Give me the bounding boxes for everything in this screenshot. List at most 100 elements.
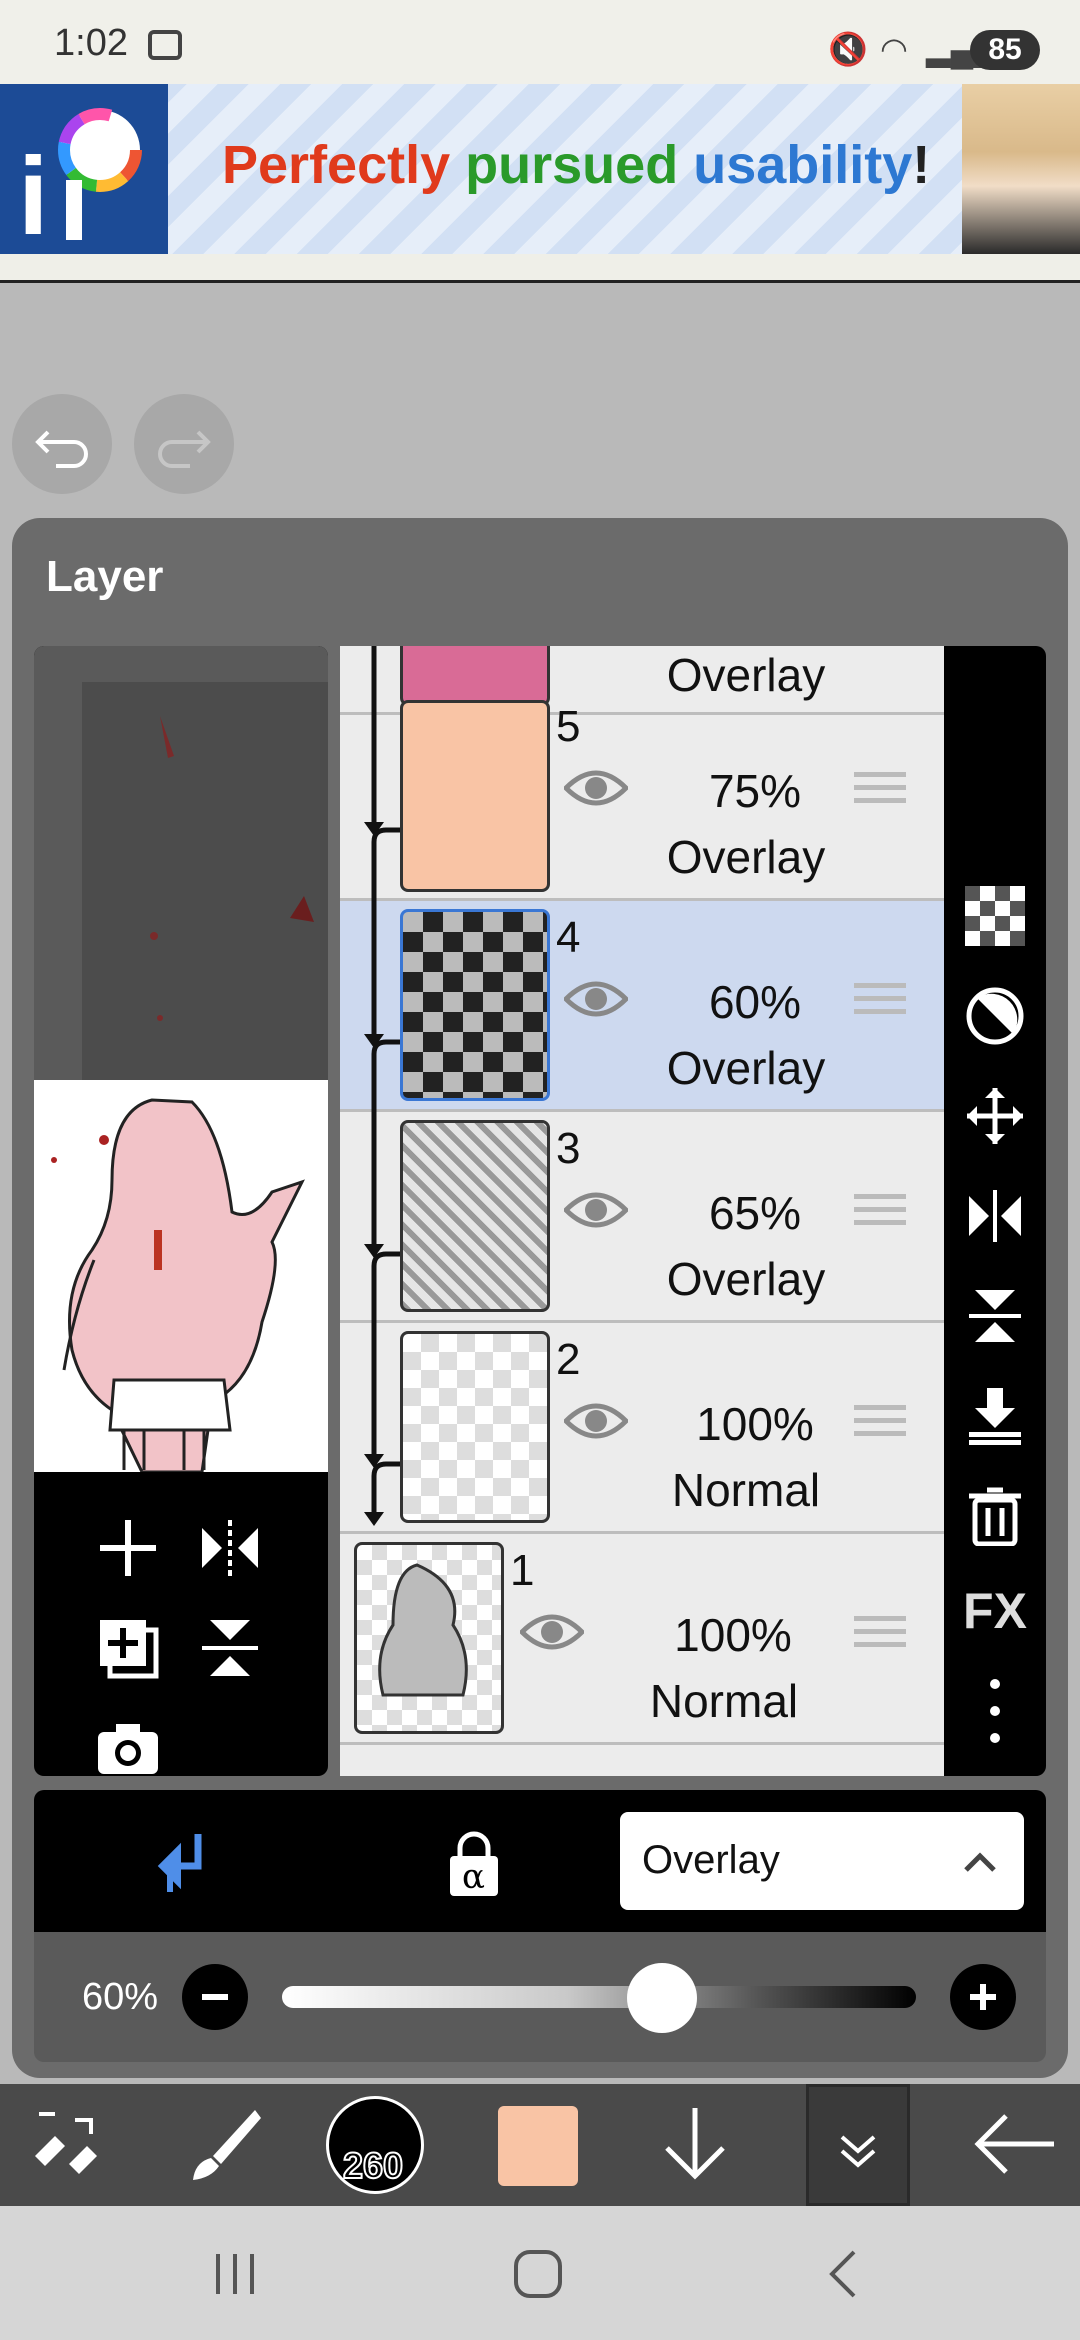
- undo-button[interactable]: [12, 394, 112, 494]
- flip-v-tool-button[interactable]: [944, 1286, 1046, 1359]
- opacity-increase-button[interactable]: [950, 1964, 1016, 2030]
- transparent-fill-button[interactable]: [944, 886, 1046, 959]
- camera-button[interactable]: [96, 1716, 160, 1776]
- camera-icon: [98, 1724, 158, 1774]
- redo-icon: [158, 430, 211, 468]
- drag-handle-icon[interactable]: [854, 772, 906, 812]
- brush-size-value: 260: [342, 2144, 404, 2187]
- layer-row-4[interactable]: 4 60% Overlay: [340, 901, 944, 1112]
- layer-opacity: 60%: [708, 976, 802, 1028]
- layer-down-button[interactable]: [640, 2084, 750, 2206]
- opacity-slider-thumb[interactable]: [627, 1963, 698, 2033]
- drag-handle-icon[interactable]: [854, 1616, 906, 1656]
- layer-thumbnail: [400, 909, 550, 1101]
- recent-apps-button[interactable]: [210, 2244, 260, 2318]
- brush-size-button[interactable]: 260: [326, 2096, 424, 2194]
- layer-thumbnail: [400, 1331, 550, 1523]
- ad-word-3: usability: [693, 135, 913, 195]
- color-swatch-button[interactable]: [498, 2106, 578, 2186]
- flip-vertical-icon: [202, 1620, 258, 1676]
- layer-blend-mode: Normal: [649, 1675, 799, 1727]
- flip-vertical-button[interactable]: [198, 1616, 262, 1690]
- drag-handle-icon[interactable]: [854, 983, 906, 1023]
- delete-layer-button[interactable]: [944, 1486, 1046, 1559]
- home-button[interactable]: [508, 2244, 568, 2318]
- checker-icon: [965, 886, 1025, 946]
- home-icon: [514, 2250, 562, 2298]
- drag-handle-icon[interactable]: [854, 1405, 906, 1445]
- ad-word-4: !: [912, 135, 931, 195]
- ad-banner[interactable]: i Perfectly pursued usability!: [0, 84, 1080, 258]
- layer-number: 4: [556, 913, 581, 962]
- alpha-lock-icon: α: [450, 1831, 498, 1897]
- layer-thumbnail: [400, 700, 550, 892]
- canvas-preview: [34, 646, 328, 1776]
- flip-horizontal-button[interactable]: [198, 1516, 262, 1590]
- layer-number: 1: [510, 1546, 535, 1595]
- trash-icon: [969, 1487, 1021, 1547]
- clipping-icon: [157, 1834, 202, 1892]
- layer-row-5[interactable]: 5 75% Overlay: [340, 690, 944, 901]
- brush-tool-button[interactable]: [170, 2084, 280, 2206]
- back-arrow-button[interactable]: [960, 2084, 1070, 2206]
- blend-mode-select[interactable]: Overlay: [620, 1812, 1024, 1910]
- ad-word-1: Perfectly: [222, 135, 451, 195]
- layer-opacity: 65%: [708, 1187, 802, 1239]
- collapse-panel-button[interactable]: [806, 2084, 910, 2206]
- opacity-slider-track[interactable]: [282, 1986, 916, 2008]
- blend-mode-value: Overlay: [642, 1838, 780, 1882]
- svg-text:i: i: [18, 135, 49, 254]
- layer-row-1[interactable]: 1 100% Normal: [340, 1534, 944, 1745]
- add-layer-button[interactable]: [96, 1516, 160, 1590]
- plus-icon: [970, 1984, 996, 2010]
- layer-row-3[interactable]: 3 65% Overlay: [340, 1112, 944, 1323]
- nav-back-button[interactable]: [818, 2244, 868, 2318]
- arrow-down-icon: [665, 2108, 725, 2180]
- preview-artwork: [34, 1080, 328, 1474]
- fx-button[interactable]: FX: [944, 1582, 1046, 1640]
- merge-down-button[interactable]: [944, 1386, 1046, 1459]
- more-vertical-icon: [990, 1679, 1000, 1743]
- move-icon: [967, 1088, 1023, 1144]
- alpha-lock-button[interactable]: α: [444, 1830, 504, 1905]
- eye-icon[interactable]: [564, 1401, 628, 1441]
- eye-icon[interactable]: [520, 1612, 584, 1652]
- layer-blend-mode: Normal: [671, 1464, 821, 1516]
- status-bar: 1:02 🔇 ◠ ▂▄▆ 85: [0, 0, 1080, 84]
- eye-icon[interactable]: [564, 1190, 628, 1230]
- layer-opacity: 75%: [708, 765, 802, 817]
- layer-row-2[interactable]: 2 100% Normal: [340, 1323, 944, 1534]
- clipping-button[interactable]: [150, 1830, 210, 1905]
- wifi-icon: ◠: [880, 31, 908, 67]
- mute-icon: 🔇: [828, 31, 868, 67]
- chevron-double-down-icon: [840, 2135, 876, 2168]
- screenshot-icon: [148, 30, 182, 60]
- drag-handle-icon[interactable]: [854, 1194, 906, 1234]
- flip-horizontal-icon: [202, 1520, 258, 1576]
- tool-switch-button[interactable]: [10, 2084, 120, 2206]
- plus-icon: [100, 1520, 156, 1576]
- svg-text:α: α: [462, 1857, 485, 1897]
- layer-list[interactable]: Overlay 5 75% Overlay 4 60% Overlay 3 65…: [340, 646, 944, 1776]
- layer-number: 2: [556, 1335, 581, 1384]
- minus-icon: [202, 1994, 228, 2000]
- more-button[interactable]: [944, 1676, 1046, 1759]
- redo-button[interactable]: [134, 394, 234, 494]
- layer-thumbnail: [400, 1120, 550, 1312]
- invert-button[interactable]: [944, 986, 1046, 1059]
- layer-blend-mode: Overlay: [666, 1042, 826, 1094]
- layer-tools-column: FX: [944, 646, 1046, 1776]
- eye-icon[interactable]: [564, 768, 628, 808]
- duplicate-layer-button[interactable]: [96, 1616, 160, 1690]
- flip-h-tool-button[interactable]: [944, 1186, 1046, 1259]
- move-button[interactable]: [944, 1086, 1046, 1159]
- opacity-decrease-button[interactable]: [182, 1964, 248, 2030]
- ad-word-2: pursued: [465, 135, 679, 195]
- brush-icon: [193, 2110, 261, 2180]
- undo-icon: [35, 430, 88, 468]
- eye-icon[interactable]: [564, 979, 628, 1019]
- layer-blend-mode: Overlay: [666, 831, 826, 883]
- merge-down-icon: [969, 1388, 1021, 1445]
- flip-horizontal-icon: [969, 1190, 1021, 1242]
- preview-transparent-area: [34, 646, 328, 1080]
